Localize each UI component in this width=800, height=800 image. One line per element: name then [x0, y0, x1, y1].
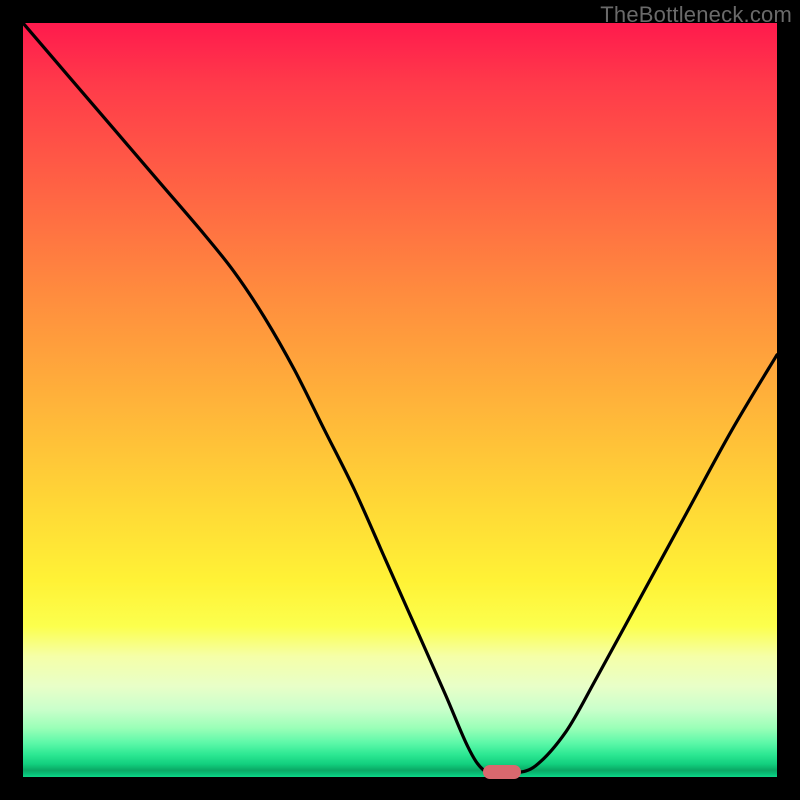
watermark-text: TheBottleneck.com: [600, 2, 792, 28]
optimal-marker: [483, 765, 521, 779]
curve-path: [23, 23, 777, 774]
bottleneck-curve: [23, 23, 777, 777]
chart-frame: TheBottleneck.com: [0, 0, 800, 800]
gradient-plot-area: [23, 23, 777, 777]
